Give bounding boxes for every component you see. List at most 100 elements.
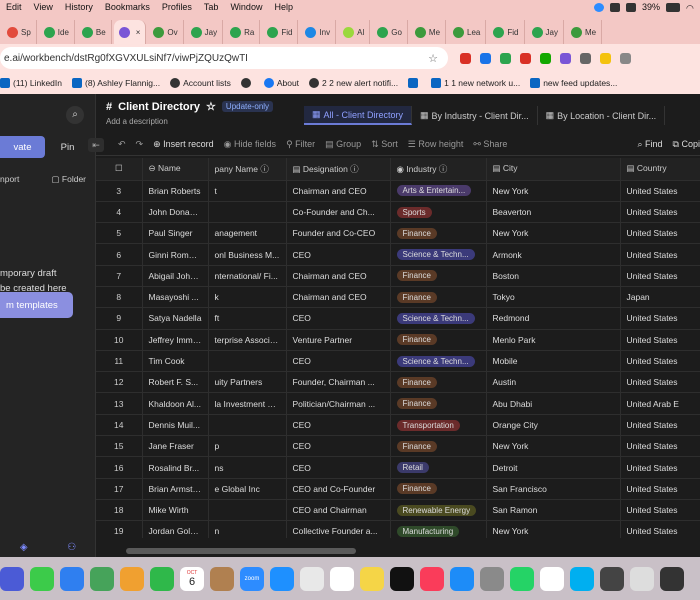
browser-tab[interactable]: Ide bbox=[39, 20, 75, 44]
filter-button[interactable]: ⚲ Filter bbox=[286, 139, 315, 150]
table-row[interactable]: 9 Satya Nadella ft CEO Science & Techn... Red… bbox=[96, 307, 700, 330]
table-row[interactable]: 4 John Donahoe Co-Founder and Ch... Sports B… bbox=[96, 201, 700, 224]
cell-city[interactable]: San Ramon bbox=[486, 499, 621, 522]
templates-button[interactable]: m templates bbox=[0, 292, 73, 318]
wifi-icon[interactable]: ◠ bbox=[686, 3, 696, 13]
cell-name[interactable]: Tim Cook bbox=[142, 350, 209, 373]
window-thumb-icon[interactable] bbox=[630, 566, 654, 591]
slack-icon[interactable] bbox=[540, 566, 564, 591]
cell-designation[interactable]: CEO bbox=[286, 435, 391, 458]
table-row[interactable]: 14 Dennis Muil... CEO Transportation Orange … bbox=[96, 414, 700, 437]
bookmark-star-icon[interactable]: ☆ bbox=[428, 52, 438, 65]
cell-city[interactable]: New York bbox=[486, 180, 621, 202]
cell-country[interactable]: United States bbox=[620, 350, 700, 373]
cell-industry[interactable]: Science & Techn... bbox=[390, 243, 487, 266]
cell-city[interactable]: Detroit bbox=[486, 456, 621, 479]
bookmark-item[interactable]: new feed updates... bbox=[530, 78, 617, 88]
find-button[interactable]: ⌕ Find bbox=[637, 139, 662, 150]
column-header-designation[interactable]: ▤ Designation ⓘ bbox=[286, 158, 391, 181]
search-icon[interactable]: ⌕ bbox=[66, 106, 84, 124]
table-row[interactable]: 18 Mike Wirth CEO and Chairman Renewable En… bbox=[96, 499, 700, 522]
cell-company[interactable]: p bbox=[208, 435, 287, 458]
cell-company[interactable]: la Investment C... bbox=[208, 392, 287, 415]
table-row[interactable]: 12 Robert F. S... uity Partners Founder, Ch… bbox=[96, 371, 700, 394]
cell-country[interactable]: United States bbox=[620, 499, 700, 522]
zoom-icon[interactable]: zoom bbox=[240, 566, 264, 591]
column-header-name[interactable]: ⊖ Name bbox=[142, 158, 209, 181]
cell-industry[interactable]: Sports bbox=[390, 201, 487, 224]
cell-name[interactable]: Brian Armstr... bbox=[142, 478, 209, 500]
cell-name[interactable]: Rosalind Br... bbox=[142, 456, 209, 479]
table-row[interactable]: 5 Paul Singer anagement Founder and Co-CEO F… bbox=[96, 222, 700, 245]
menu-view[interactable]: View bbox=[28, 2, 59, 12]
cell-industry[interactable]: Renewable Energy bbox=[390, 499, 487, 522]
cell-name[interactable]: Mike Wirth bbox=[142, 499, 209, 522]
cell-country[interactable]: United States bbox=[620, 307, 700, 330]
sort-button[interactable]: ⇅ Sort bbox=[371, 139, 398, 150]
cell-country[interactable]: United States bbox=[620, 243, 700, 266]
cell-country[interactable]: United States bbox=[620, 329, 700, 351]
table-row[interactable]: 6 Ginni Rometty onl Business M... CEO Scienc… bbox=[96, 243, 700, 266]
menu-help[interactable]: Help bbox=[268, 2, 299, 12]
notes-icon[interactable] bbox=[360, 566, 384, 591]
table-row[interactable]: 19 Jordan Gold... n Collective Founder a...… bbox=[96, 520, 700, 538]
cell-company[interactable]: k bbox=[208, 286, 287, 309]
cell-industry[interactable]: Science & Techn... bbox=[390, 307, 487, 330]
close-tab-icon[interactable]: × bbox=[136, 28, 141, 37]
cell-designation[interactable]: CEO and Chairman bbox=[286, 499, 391, 522]
browser-tab[interactable]: Ra bbox=[225, 20, 261, 44]
cell-city[interactable]: Armonk bbox=[486, 243, 621, 266]
cell-company[interactable]: nternational/ Fi... bbox=[208, 265, 287, 287]
cell-designation[interactable]: Co-Founder and Ch... bbox=[286, 201, 391, 224]
cell-industry[interactable]: Finance bbox=[390, 329, 487, 351]
calendar-icon[interactable]: OCT 6 bbox=[180, 566, 204, 591]
mail-icon[interactable] bbox=[60, 566, 84, 591]
cell-designation[interactable]: Politician/Chairman ... bbox=[286, 392, 391, 415]
cell-country[interactable]: United States bbox=[620, 435, 700, 458]
safari-icon[interactable] bbox=[270, 566, 294, 591]
cell-city[interactable]: New York bbox=[486, 222, 621, 245]
grey-extension-icon[interactable] bbox=[580, 52, 591, 64]
cell-name[interactable]: Paul Singer bbox=[142, 222, 209, 245]
bookmark-item[interactable] bbox=[408, 78, 421, 88]
window-thumb-icon[interactable] bbox=[600, 566, 624, 591]
cell-city[interactable]: Boston bbox=[486, 265, 621, 287]
whatsapp-icon[interactable] bbox=[510, 566, 534, 591]
a-status-icon[interactable] bbox=[625, 2, 636, 12]
maps-icon[interactable] bbox=[90, 566, 114, 591]
cell-country[interactable]: United States bbox=[620, 478, 700, 500]
bookmark-item[interactable]: Account lists bbox=[170, 78, 231, 88]
horizontal-scrollbar[interactable] bbox=[126, 548, 356, 554]
reminders-icon[interactable] bbox=[330, 566, 354, 591]
cell-designation[interactable]: Collective Founder a... bbox=[286, 520, 391, 538]
import-button[interactable]: nport bbox=[0, 174, 19, 185]
cell-company[interactable]: uity Partners bbox=[208, 371, 287, 394]
window-thumb-icon[interactable] bbox=[660, 566, 684, 591]
cell-city[interactable]: Mobile bbox=[486, 350, 621, 373]
cell-industry[interactable]: Finance bbox=[390, 392, 487, 415]
add-description-link[interactable]: Add a description bbox=[106, 117, 168, 126]
settings-icon[interactable] bbox=[480, 566, 504, 591]
cell-country[interactable]: United States bbox=[620, 520, 700, 538]
mail-extension-icon[interactable] bbox=[460, 52, 471, 64]
insert-record-button[interactable]: ⊕ Insert record bbox=[153, 139, 214, 150]
cell-name[interactable]: Khaldoon Al... bbox=[142, 392, 209, 415]
browser-tab[interactable]: Sp bbox=[2, 20, 37, 44]
copy-button[interactable]: ⧉ Copi bbox=[673, 139, 700, 150]
pdf-extension-icon[interactable] bbox=[520, 52, 531, 64]
browser-tab[interactable]: Fid bbox=[488, 20, 525, 44]
zoom-status-icon[interactable] bbox=[593, 2, 604, 12]
cell-designation[interactable]: CEO bbox=[286, 307, 391, 330]
cell-designation[interactable]: Chairman and CEO bbox=[286, 286, 391, 309]
cell-country[interactable]: Japan bbox=[620, 286, 700, 309]
cell-industry[interactable]: Manufacturing bbox=[390, 520, 487, 538]
cell-country[interactable]: United States bbox=[620, 265, 700, 287]
cell-country[interactable]: United States bbox=[620, 201, 700, 224]
cell-country[interactable]: United Arab E bbox=[620, 392, 700, 415]
cell-designation[interactable]: Founder, Chairman ... bbox=[286, 371, 391, 394]
browser-tab[interactable]: Ov bbox=[148, 20, 184, 44]
bookmark-item[interactable]: About bbox=[263, 78, 299, 88]
cell-company[interactable]: ft bbox=[208, 307, 287, 330]
view-tab[interactable]: ▦ By Industry - Client Dir... bbox=[412, 106, 538, 125]
cell-industry[interactable]: Science & Techn... bbox=[390, 350, 487, 373]
